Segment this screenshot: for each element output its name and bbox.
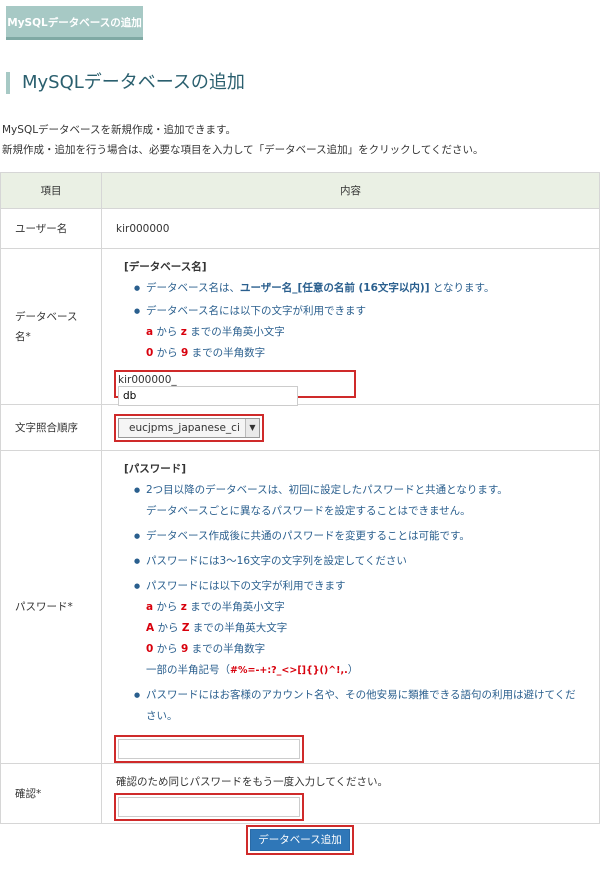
dbname-field-highlight: kir000000_ (114, 370, 356, 406)
password-note-5: パスワードにはお客様のアカウント名や、その他安易に類推できる語句の利用は避けてく… (134, 685, 599, 727)
dbname-notes: データベース名は、ユーザー名_[任意の名前 (16文字以内)] となります。 デ… (134, 278, 599, 322)
add-database-tab[interactable]: MySQLデータベースの追加 (6, 6, 143, 40)
password-label: パスワード* (0, 450, 102, 764)
password-notes: 2つ目以降のデータベースは、初回に設定したパスワードと共通となります。 データベ… (134, 480, 599, 727)
confirm-cell: 確認のため同じパスワードをもう一度入力してください。 (101, 763, 600, 824)
confirm-password-input[interactable] (118, 797, 300, 817)
dbname-heading: [データベース名] (124, 261, 207, 273)
collation-label: 文字照合順序 (0, 404, 102, 451)
dbname-char-ranges: a から z までの半角英小文字 0 から 9 までの半角数字 (146, 326, 285, 359)
dbname-label: データベース名* (0, 248, 102, 405)
collation-cell: eucjpms_japanese_ci ▼ (101, 404, 600, 451)
chevron-down-icon[interactable]: ▼ (245, 418, 259, 437)
dbname-prefix: kir000000_ (118, 374, 177, 386)
page-title: MySQLデータベースの追加 (6, 72, 245, 94)
dbname-note-1: データベース名は、ユーザー名_[任意の名前 (16文字以内)] となります。 (134, 278, 599, 299)
password-note-4: パスワードには以下の文字が利用できます a から z までの半角英小文字 A か… (134, 576, 599, 681)
header-item: 項目 (0, 172, 102, 209)
intro-line-2: 新規作成・追加を行う場合は、必要な項目を入力して「データベース追加」をクリックし… (2, 144, 484, 156)
password-input[interactable] (118, 739, 300, 759)
password-note-2: データベース作成後に共通のパスワードを変更することは可能です。 (134, 526, 599, 547)
confirm-text: 確認のため同じパスワードをもう一度入力してください。 (116, 776, 389, 788)
dbname-note-2: データベース名には以下の文字が利用できます (134, 301, 599, 322)
confirm-field-highlight (114, 793, 304, 821)
intro-line-1: MySQLデータベースを新規作成・追加できます。 (2, 124, 236, 136)
add-database-button[interactable]: データベース追加 (250, 829, 350, 851)
database-form-table: 項目 内容 ユーザー名 kir000000 データベース名* [データベース名]… (0, 172, 600, 824)
password-note-1: 2つ目以降のデータベースは、初回に設定したパスワードと共通となります。 データベ… (134, 480, 599, 522)
password-cell: [パスワード] 2つ目以降のデータベースは、初回に設定したパスワードと共通となり… (101, 450, 600, 764)
collation-field-highlight: eucjpms_japanese_ci ▼ (114, 413, 264, 442)
collation-select[interactable]: eucjpms_japanese_ci ▼ (118, 417, 260, 438)
intro-text: MySQLデータベースを新規作成・追加できます。 新規作成・追加を行う場合は、必… (2, 120, 484, 160)
dbname-cell: [データベース名] データベース名は、ユーザー名_[任意の名前 (16文字以内)… (101, 248, 600, 406)
password-note-3: パスワードには3～16文字の文字列を設定してください (134, 551, 599, 572)
submit-highlight: データベース追加 (246, 825, 354, 855)
confirm-label: 確認* (0, 763, 102, 824)
user-value: kir000000 (101, 208, 600, 249)
password-field-highlight (114, 735, 304, 763)
header-content: 内容 (101, 172, 600, 209)
user-label: ユーザー名 (0, 208, 102, 249)
password-heading: [パスワード] (124, 463, 187, 475)
dbname-input[interactable] (118, 386, 298, 406)
